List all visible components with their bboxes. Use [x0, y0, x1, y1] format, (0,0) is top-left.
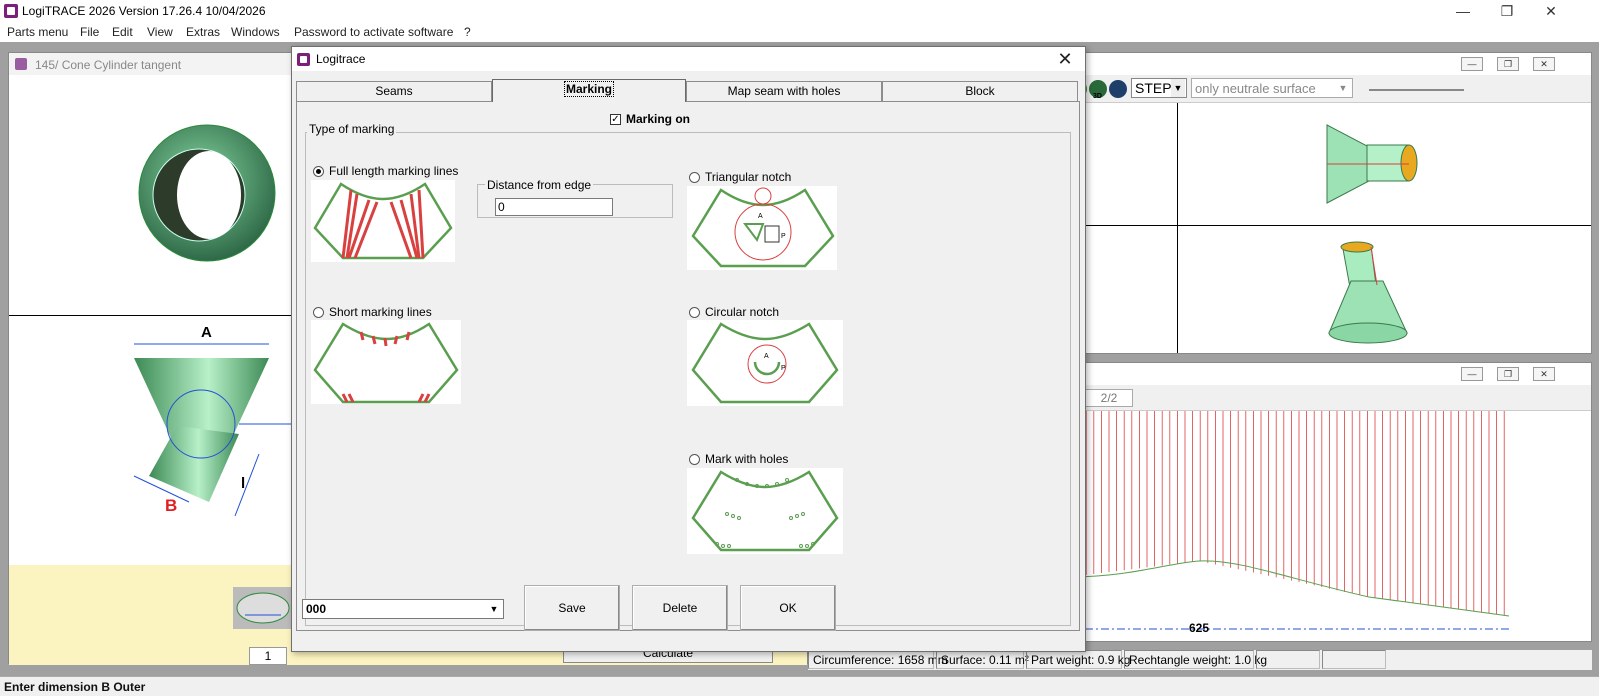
radio-full-length[interactable]: [313, 166, 324, 177]
pattern-dimension: 625: [1189, 621, 1210, 635]
rb-close-icon[interactable]: ✕: [1533, 367, 1555, 381]
empty-info-cell: [1322, 650, 1386, 669]
surface-mode-select[interactable]: only neutrale surface: [1191, 78, 1353, 98]
circumference-info: Circumference: 1658 mm: [808, 650, 948, 669]
circular-notch-preview: A P: [687, 320, 843, 406]
notch-letter-p: P: [781, 233, 786, 240]
distance-label: Distance from edge: [485, 178, 594, 192]
app-logo-icon: [4, 4, 18, 18]
marking-type-group-label: Type of marking: [307, 122, 397, 136]
circular-notch-label: Circular notch: [705, 305, 780, 319]
3d-top-model: [1328, 241, 1408, 344]
rect-weight-info: Rechtangle weight: 1.0 kg: [1124, 650, 1267, 669]
surface-info: Surface: 0.11 m²: [936, 650, 1029, 669]
restore-icon[interactable]: ❐: [1485, 0, 1529, 22]
app-title: LogiTRACE 2026 Version 17.26.4 10/04/202…: [22, 4, 266, 18]
tab-marking[interactable]: Marking: [492, 79, 686, 102]
flat-pattern-drawing: [1069, 411, 1510, 630]
menu-bar: Parts menu File Edit View Extras Windows…: [0, 22, 1599, 42]
3d-toolbar: 2D 3D STEP ▼ only neutrale surface ▼: [1069, 75, 1591, 103]
menu-password[interactable]: Password to activate software: [294, 25, 453, 39]
rt-close-icon[interactable]: ✕: [1533, 57, 1555, 71]
dialog-logo-icon: [297, 53, 310, 66]
marking-tab-panel: ✓ Marking on Type of marking Full length…: [296, 101, 1080, 631]
triangular-notch-label: Triangular notch: [705, 170, 792, 184]
dimension-a-label: A: [201, 324, 212, 341]
flat-pattern-window: — ❐ ✕ 2/2 625: [1068, 362, 1592, 642]
close-icon[interactable]: ✕: [1050, 47, 1080, 71]
3d-view-window: — ❐ ✕ 2D 3D STEP ▼ only neutrale surface…: [1068, 52, 1592, 354]
angle-preview-icon: [233, 587, 291, 629]
menu-edit[interactable]: Edit: [112, 25, 133, 39]
view-3d-label: 3D: [1093, 93, 1102, 100]
zoom-slider[interactable]: [1369, 89, 1464, 91]
save-button[interactable]: Save: [524, 585, 620, 631]
ok-button[interactable]: OK: [740, 585, 836, 631]
radio-mark-holes[interactable]: [689, 454, 700, 465]
menu-file[interactable]: File: [80, 25, 99, 39]
dimension-b-label: B: [165, 496, 178, 515]
delete-button[interactable]: Delete: [632, 585, 728, 631]
tab-block[interactable]: Block: [882, 81, 1078, 101]
empty-info-cell: [1256, 650, 1320, 669]
menu-view[interactable]: View: [147, 25, 173, 39]
menu-help[interactable]: ?: [464, 25, 471, 39]
radio-triangular-notch[interactable]: [689, 172, 700, 183]
marking-on-label: Marking on: [626, 112, 691, 126]
mark-holes-preview: [687, 468, 843, 554]
part-count-field[interactable]: 1: [249, 647, 287, 665]
chevron-down-icon[interactable]: ▼: [486, 600, 502, 618]
notch-letter-a: A: [758, 213, 763, 220]
radio-circular-notch[interactable]: [689, 307, 700, 318]
short-lines-label: Short marking lines: [329, 305, 432, 319]
rt-minimize-icon[interactable]: —: [1461, 57, 1483, 71]
menu-extras[interactable]: Extras: [186, 25, 220, 39]
tab-marking-label: Marking: [563, 81, 614, 97]
preset-select[interactable]: 000: [302, 599, 504, 619]
radio-short-lines[interactable]: [313, 307, 324, 318]
status-text: Enter dimension B Outer: [4, 680, 146, 694]
minimize-icon[interactable]: —: [1441, 0, 1485, 22]
part-weight-info: Part weight: 0.9 kg: [1026, 650, 1130, 669]
full-length-label: Full length marking lines: [329, 164, 459, 178]
circular-letter-a: A: [764, 353, 769, 360]
dimension-l-label: l: [241, 475, 246, 492]
mark-holes-label: Mark with holes: [705, 452, 789, 466]
distance-input[interactable]: 0: [495, 198, 613, 216]
logitrace-dialog: Logitrace ✕ Seams Marking Map seam with …: [291, 46, 1086, 652]
tab-seams[interactable]: Seams: [296, 81, 492, 101]
app-titlebar: LogiTRACE 2026 Version 17.26.4 10/04/202…: [0, 0, 1599, 22]
triangular-notch-preview: A P: [687, 186, 837, 270]
rb-restore-icon[interactable]: ❐: [1497, 367, 1519, 381]
chevron-down-icon[interactable]: ▼: [1171, 79, 1185, 97]
dialog-titlebar: Logitrace ✕: [292, 47, 1085, 71]
page-indicator: 2/2: [1085, 389, 1133, 407]
rt-restore-icon[interactable]: ❐: [1497, 57, 1519, 71]
part-info-bar: Circumference: 1658 mm Surface: 0.11 m² …: [808, 650, 1592, 670]
pattern-toolbar: 2/2: [1069, 385, 1591, 411]
rb-minimize-icon[interactable]: —: [1461, 367, 1483, 381]
full-length-preview: [311, 180, 455, 262]
circular-letter-p: P: [781, 365, 786, 372]
tab-map-seam[interactable]: Map seam with holes: [686, 81, 882, 101]
status-bar: Enter dimension B Outer: [0, 676, 1599, 696]
close-app-icon[interactable]: ✕: [1529, 0, 1573, 22]
3d-view-separator-v: [1177, 103, 1178, 353]
dialog-title: Logitrace: [316, 52, 366, 66]
marking-on-checkbox[interactable]: ✓: [610, 114, 621, 125]
export-icon[interactable]: [1109, 80, 1127, 98]
menu-windows[interactable]: Windows: [231, 25, 280, 39]
menu-parts[interactable]: Parts menu: [7, 25, 68, 39]
3d-view-separator-h: [1069, 225, 1591, 226]
3d-side-model: [1326, 124, 1418, 204]
short-lines-preview: [311, 320, 461, 404]
part-window-icon: [15, 58, 27, 70]
chevron-down-icon[interactable]: ▼: [1335, 79, 1351, 97]
